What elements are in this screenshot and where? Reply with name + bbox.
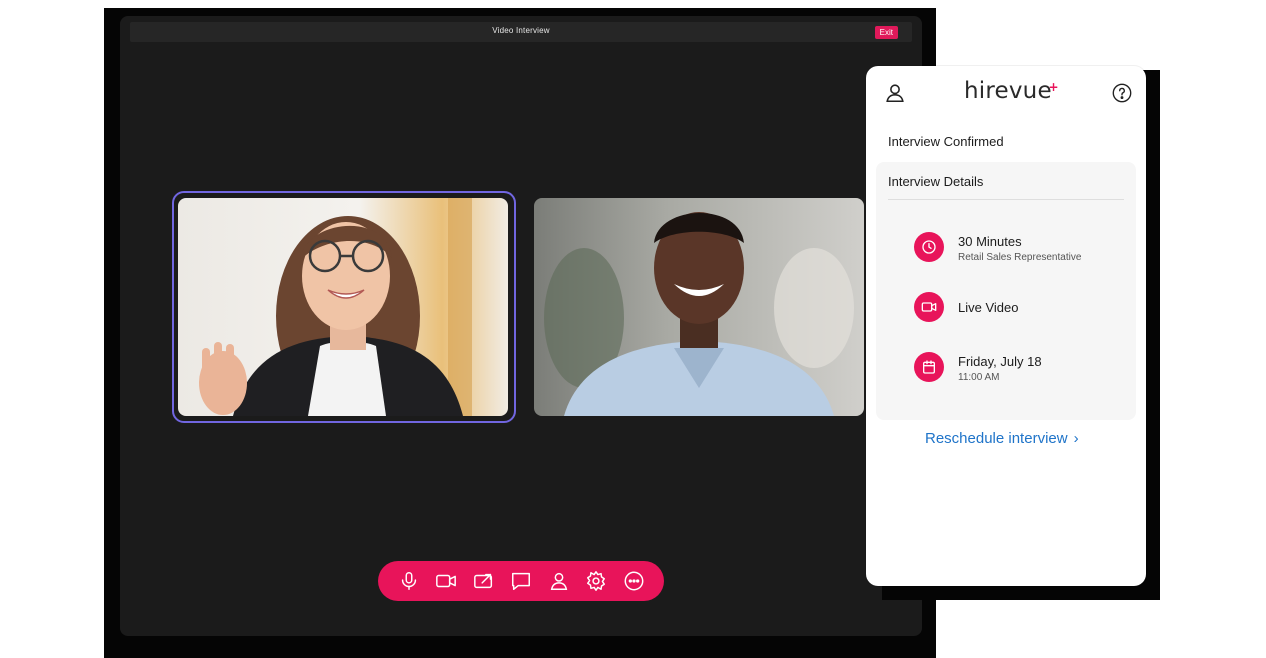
details-heading: Interview Details: [888, 174, 984, 189]
reschedule-label: Reschedule interview: [925, 430, 1068, 447]
detail-duration: 30 Minutes Retail Sales Representative: [914, 232, 1124, 266]
detail-duration-title: 30 Minutes: [958, 234, 1022, 249]
interview-status: Interview Confirmed: [888, 134, 1004, 149]
window-title: Video Interview: [492, 26, 550, 35]
candidate-video-image: [178, 198, 508, 416]
reschedule-interview-link[interactable]: Reschedule interview ›: [925, 430, 1079, 447]
video-icon: [914, 292, 944, 322]
detail-schedule: Friday, July 18 11:00 AM: [914, 352, 1124, 386]
detail-schedule-time: 11:00 AM: [958, 372, 1000, 383]
interview-details-card: Interview Details 30 Minutes Retail Sale…: [876, 162, 1136, 420]
calendar-icon: [914, 352, 944, 382]
logo-plus-mark: +: [1048, 80, 1059, 94]
chat-icon[interactable]: [506, 566, 536, 596]
help-icon[interactable]: [1111, 82, 1133, 104]
hirevue-logo: hirevue +: [964, 78, 1059, 104]
more-icon[interactable]: [619, 566, 649, 596]
user-profile-icon[interactable]: [884, 82, 906, 104]
camera-icon[interactable]: [431, 566, 461, 596]
logo-text: hirevue: [964, 78, 1052, 104]
interviewer-video-image: [534, 198, 864, 416]
divider: [888, 199, 1124, 200]
detail-format: Live Video: [914, 292, 1124, 326]
video-interview-window: Video Interview Exit: [120, 16, 922, 636]
detail-schedule-date: Friday, July 18: [958, 354, 1042, 369]
settings-icon[interactable]: [581, 566, 611, 596]
detail-format-title: Live Video: [958, 300, 1019, 315]
exit-button[interactable]: Exit: [874, 26, 898, 39]
participants-icon[interactable]: [544, 566, 574, 596]
chevron-right-icon: ›: [1073, 430, 1079, 447]
app-stage: Video Interview Exit hirevue + Interview…: [0, 0, 1266, 658]
clock-icon: [914, 232, 944, 262]
detail-duration-role: Retail Sales Representative: [958, 252, 1082, 263]
interview-details-panel: hirevue + Interview Confirmed Interview D…: [866, 66, 1146, 586]
participant-video-candidate[interactable]: [178, 198, 508, 416]
microphone-icon[interactable]: [394, 566, 424, 596]
title-bar: Video Interview Exit: [130, 22, 912, 42]
call-controls-bar: [378, 561, 664, 601]
participant-video-interviewer[interactable]: [534, 198, 864, 416]
share-screen-icon[interactable]: [469, 566, 499, 596]
